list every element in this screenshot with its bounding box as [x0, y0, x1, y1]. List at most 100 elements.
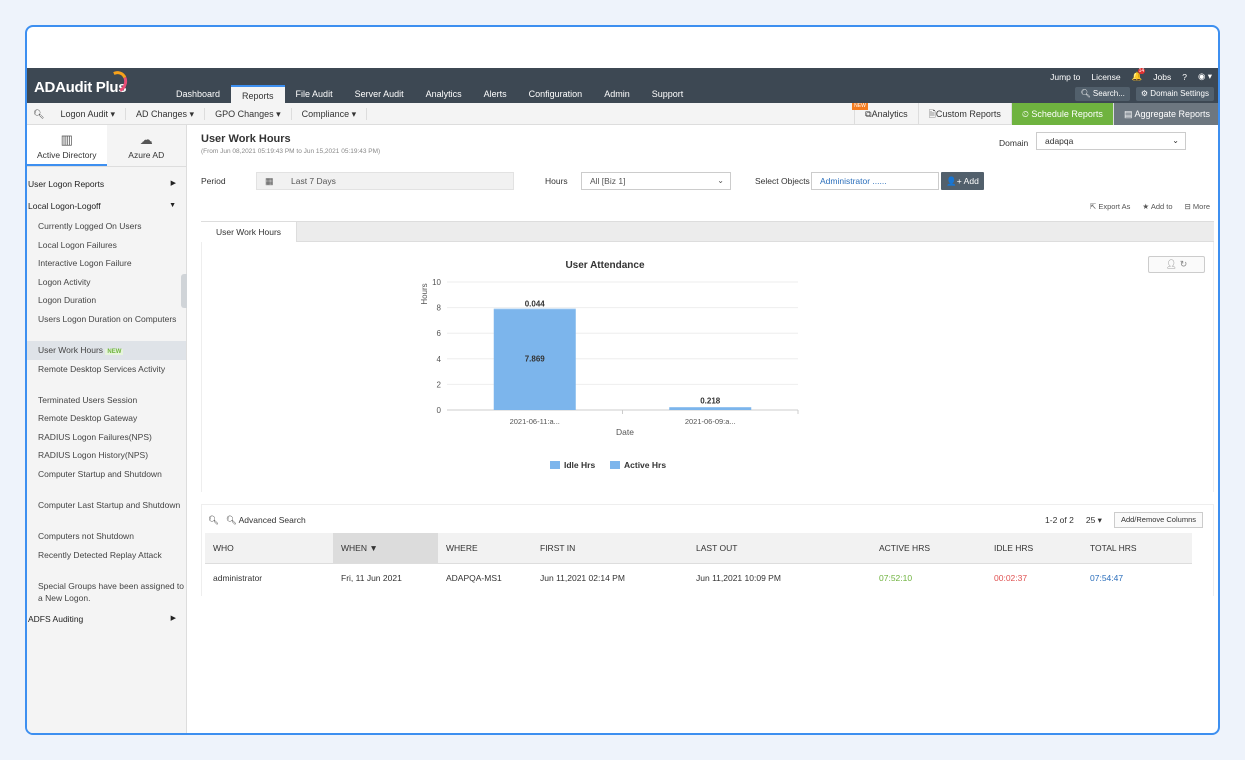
sidebar-item[interactable]: Interactive Logon Failure: [27, 254, 186, 273]
objects-input[interactable]: Administrator ......: [811, 172, 939, 190]
sidebar-item[interactable]: Computers not Shutdown: [27, 527, 186, 546]
data-label: 7.869: [525, 354, 546, 363]
sidebar-item[interactable]: Special Groups have been assigned to a N…: [27, 577, 186, 608]
tab-active-directory-label: Active Directory: [36, 150, 97, 160]
hours-value: All [Biz 1]: [590, 176, 626, 186]
subnav-gpo-changes[interactable]: GPO Changes ▾: [205, 108, 292, 120]
sidebar-item[interactable]: Computer Startup and Shutdown: [27, 465, 186, 496]
export-label: Export As: [1098, 202, 1131, 211]
cloud-icon: ☁: [139, 132, 153, 147]
tab-reports[interactable]: Reports: [231, 85, 285, 103]
search-button[interactable]: 🔍︎ Search...: [1075, 87, 1130, 101]
report-icon: 🗎: [928, 109, 936, 119]
license-link[interactable]: License: [1091, 72, 1120, 82]
add-remove-columns-button[interactable]: Add/Remove Columns: [1113, 512, 1203, 528]
tab-admin[interactable]: Admin: [593, 85, 641, 103]
sidebar-section-local-logon[interactable]: Local Logon-Logoff ▼: [27, 195, 186, 217]
table-cell: Jun 11,2021 02:14 PM: [540, 573, 625, 584]
objects-value: Administrator ......: [820, 176, 887, 186]
schedule-reports-label: Schedule Reports: [1031, 109, 1103, 119]
advanced-search-button[interactable]: 🔍︎ Advanced Search: [226, 515, 306, 525]
tab-alerts[interactable]: Alerts: [473, 85, 518, 103]
more-label: More: [1192, 202, 1210, 211]
schedule-reports-button[interactable]: ⏲ Schedule Reports: [1010, 103, 1113, 125]
main-content: User Work Hours (From Jun 08,2021 05:19:…: [188, 125, 1218, 733]
analytics-button[interactable]: NEW ⧉Analytics: [852, 103, 917, 125]
period-select[interactable]: ▦ Last 7 Days: [256, 172, 514, 190]
tab-dashboard[interactable]: Dashboard: [165, 85, 231, 103]
add-to-button[interactable]: ★ Add to: [1142, 202, 1172, 211]
sidebar-item[interactable]: Users Logon Duration on Computers: [27, 310, 186, 341]
tab-support[interactable]: Support: [641, 85, 695, 103]
column-header-total-hrs[interactable]: TOTAL HRS: [1082, 533, 1192, 564]
tab-configuration[interactable]: Configuration: [518, 85, 594, 103]
column-header-first-in[interactable]: FIRST IN: [532, 533, 688, 564]
jump-to-link[interactable]: Jump to: [1050, 72, 1080, 82]
sidebar-item[interactable]: User Work Hours NEW: [27, 340, 186, 360]
sidebar-item[interactable]: Logon Activity: [27, 273, 186, 292]
column-header-when[interactable]: WHEN ▼: [333, 533, 438, 564]
table-header-row: WHO WHEN ▼ WHERE FIRST IN LAST OUT ACTIVE HRS…: [205, 533, 1192, 564]
domain-select[interactable]: adapqa ⌄: [1036, 132, 1186, 150]
sidebar-item[interactable]: Remote Desktop Gateway: [27, 409, 186, 428]
search-icon[interactable]: 🔍︎: [33, 108, 50, 120]
search-icon[interactable]: 🔍︎: [208, 515, 219, 525]
tab-server-audit[interactable]: Server Audit: [344, 85, 415, 103]
sidebar-item[interactable]: Currently Logged On Users: [27, 217, 186, 236]
chevron-down-icon: ▾: [351, 109, 357, 119]
add-button[interactable]: 👤+ Add: [941, 172, 984, 190]
y-axis-label: Hours: [420, 283, 429, 304]
per-page-select[interactable]: 25 ▾: [1086, 515, 1102, 526]
sidebar-item[interactable]: Local Logon Failures: [27, 236, 186, 255]
subnav-ad-changes[interactable]: AD Changes ▾: [126, 108, 206, 120]
domain-settings-button[interactable]: ⚙ Domain Settings: [1135, 87, 1214, 101]
period-label: Period: [201, 176, 226, 186]
section-label: User Logon Reports: [28, 179, 105, 189]
x-tick-label: 2021-06-11:a...: [510, 417, 560, 426]
domain-value: adapqa: [1045, 136, 1074, 146]
column-header-active-hrs[interactable]: ACTIVE HRS: [871, 533, 986, 564]
sidebar-section-user-logon[interactable]: User Logon Reports ▶: [27, 173, 186, 195]
column-header-idle-hrs[interactable]: IDLE HRS: [986, 533, 1082, 564]
sidebar-item[interactable]: Remote Desktop Services Activity: [27, 360, 186, 391]
column-header-where[interactable]: WHERE: [438, 533, 532, 564]
help-icon[interactable]: ?: [1182, 72, 1187, 82]
table-cell: 07:52:10: [879, 573, 913, 584]
user-avatar-icon[interactable]: ◉ ▾: [1198, 71, 1212, 82]
bell-icon[interactable]: 🔔 14: [1132, 68, 1146, 82]
tab-file-audit[interactable]: File Audit: [285, 85, 344, 103]
sidebar: ▥ Active Directory ☁ Azure AD User Logon R…: [27, 125, 187, 733]
tab-azure-ad[interactable]: ☁ Azure AD: [107, 125, 187, 166]
sidebar-section-adfs[interactable]: ADFS Auditing ▶: [27, 608, 186, 630]
chart-tools[interactable]: 👤︎ ↻: [1148, 256, 1205, 273]
aggregate-reports-button[interactable]: ▤ Aggregate Reports: [1112, 103, 1218, 125]
sidebar-item[interactable]: Computer Last Startup and Shutdown: [27, 496, 186, 527]
aggregate-icon: ▤: [1123, 109, 1135, 119]
column-header-who[interactable]: WHO: [205, 533, 333, 564]
jobs-link[interactable]: Jobs: [1153, 72, 1171, 82]
table-row[interactable]: administrator Fri, 11 Jun 2021 ADAPQA-MS1 J…: [205, 563, 1192, 593]
domain-settings-label: Domain Settings: [1150, 89, 1209, 98]
export-button[interactable]: ⇱ Export As: [1090, 202, 1131, 211]
grid-pagination: 1-2 of 2 25 ▾ Add/Remove Columns: [1045, 512, 1203, 528]
grid-section: 🔍︎ 🔍︎ Advanced Search 1-2 of 2 25 ▾ Add/…: [201, 504, 1214, 596]
sidebar-item[interactable]: RADIUS Logon Failures(NPS): [27, 428, 186, 447]
custom-reports-button[interactable]: 🗎Custom Reports: [917, 103, 1011, 125]
sidebar-item[interactable]: Recently Detected Replay Attack: [27, 546, 186, 577]
tab-user-work-hours[interactable]: User Work Hours: [201, 222, 298, 242]
tab-active-directory[interactable]: ▥ Active Directory: [27, 125, 107, 166]
subnav-logon-audit[interactable]: Logon Audit ▾: [50, 108, 127, 120]
period-value: Last 7 Days: [291, 176, 336, 186]
sidebar-item[interactable]: RADIUS Logon History(NPS): [27, 446, 186, 465]
table-cell: ADAPQA-MS1: [446, 573, 502, 584]
hours-select[interactable]: All [Biz 1] ⌄: [581, 172, 731, 190]
sidebar-item[interactable]: Logon Duration: [27, 291, 186, 310]
column-header-last-out[interactable]: LAST OUT: [688, 533, 871, 564]
report-table: WHO WHEN ▼ WHERE FIRST IN LAST OUT ACTIVE HRS…: [205, 533, 1192, 593]
sidebar-collapse-handle[interactable]: [181, 274, 187, 308]
more-button[interactable]: ⊟ More: [1185, 202, 1210, 211]
sidebar-item[interactable]: Terminated Users Session: [27, 391, 186, 410]
tab-analytics[interactable]: Analytics: [415, 85, 473, 103]
subnav-compliance[interactable]: Compliance ▾: [292, 108, 368, 120]
chevron-down-icon: ⌄: [1172, 136, 1179, 145]
